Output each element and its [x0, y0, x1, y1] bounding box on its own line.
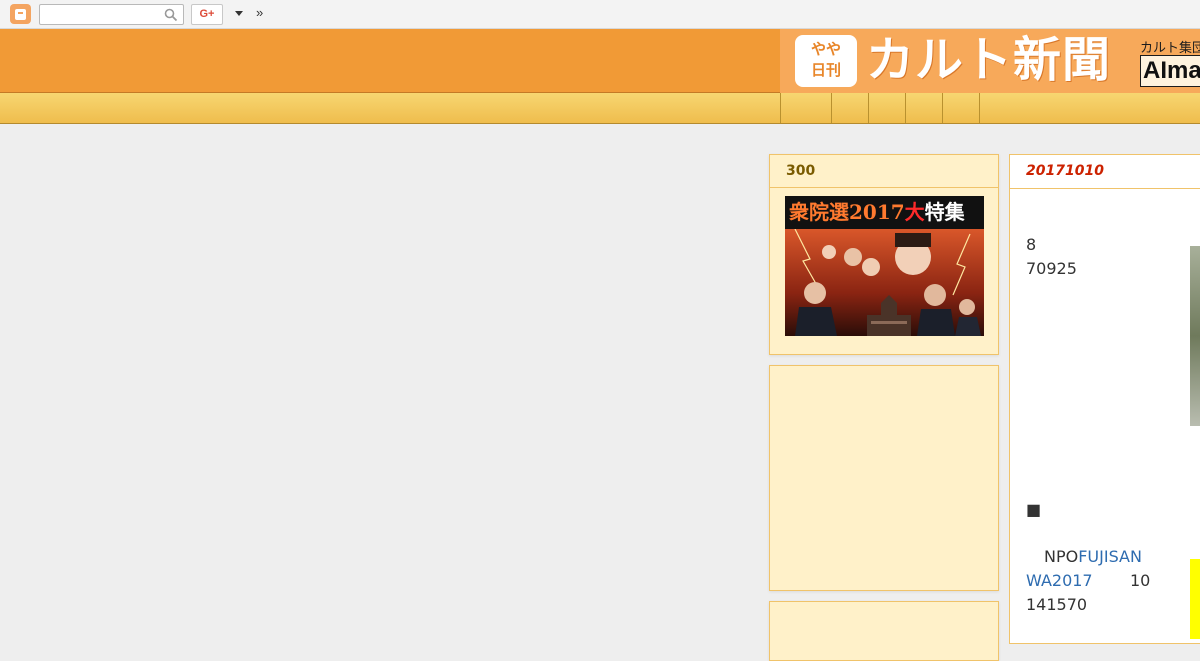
banner-headline-a: 衆院選2017 [789, 200, 905, 224]
blog-header: やや 日刊 カルト新聞 カルト集団 AIma [0, 29, 1200, 93]
post-date: 20171010 [1010, 155, 1200, 189]
post-yellow-image[interactable] [1190, 559, 1200, 639]
header-banner-image[interactable]: やや 日刊 カルト新聞 カルト集団 AIma [780, 29, 1200, 93]
tab-3[interactable] [868, 93, 906, 123]
post-photo[interactable] [1190, 246, 1200, 426]
sidebar-widget-election: 300 衆院選2017大特集 [769, 154, 999, 355]
tab-2[interactable] [831, 93, 869, 123]
google-plus-button[interactable]: G+ [191, 4, 223, 25]
politicians-collage-image [785, 229, 984, 336]
blog-post: 20171010 8 70925 ■ NPOFUJISAN WA2017 10 … [1009, 154, 1200, 644]
banner-headline: 衆院選2017大特集 [785, 196, 984, 229]
caret-down-icon[interactable] [232, 10, 246, 20]
search-box[interactable] [39, 4, 184, 26]
banner-subtitle: カルト集団 [1140, 41, 1200, 56]
banner-subtitle-logo: AIma [1140, 55, 1200, 87]
fujisanwa-link-cont[interactable]: WA2017 [1026, 571, 1093, 590]
page-tabs [0, 93, 1200, 124]
widget-title: 300 [770, 155, 998, 188]
blog-title: カルト新聞 [866, 32, 1112, 88]
tab-6[interactable] [979, 93, 1200, 123]
tab-4[interactable] [905, 93, 943, 123]
sidebar-widget-empty [769, 365, 999, 591]
next-blog-link[interactable]: » [256, 5, 263, 20]
search-icon[interactable] [164, 8, 178, 22]
banner-headline-b: 大 [904, 200, 925, 224]
post-bullet: ■ [1026, 500, 1042, 519]
sidebar-widget-3 [769, 601, 999, 661]
blogger-navbar: G+ » [0, 0, 1200, 29]
post-paragraph-2-line-1: NPOFUJISAN [1044, 545, 1142, 569]
post-paragraph-2-line-2: WA2017 [1026, 569, 1093, 593]
post-npo-text: NPO [1044, 547, 1079, 566]
search-input[interactable] [40, 6, 160, 26]
tab-5[interactable] [942, 93, 980, 123]
banner-headline-c: 特集 [924, 200, 965, 224]
post-line-2: 70925 [1026, 259, 1077, 278]
post-line-1: 8 [1026, 235, 1037, 254]
blogger-icon[interactable] [10, 4, 31, 24]
fujisanwa-link[interactable]: FUJISAN [1078, 547, 1142, 566]
tab-1[interactable] [780, 93, 832, 123]
election-special-banner[interactable]: 衆院選2017大特集 [785, 196, 984, 336]
banner-badge: やや 日刊 [795, 35, 857, 87]
post-paragraph-2-line-3: 141570 [1026, 595, 1088, 614]
post-number-10: 10 [1130, 571, 1151, 590]
